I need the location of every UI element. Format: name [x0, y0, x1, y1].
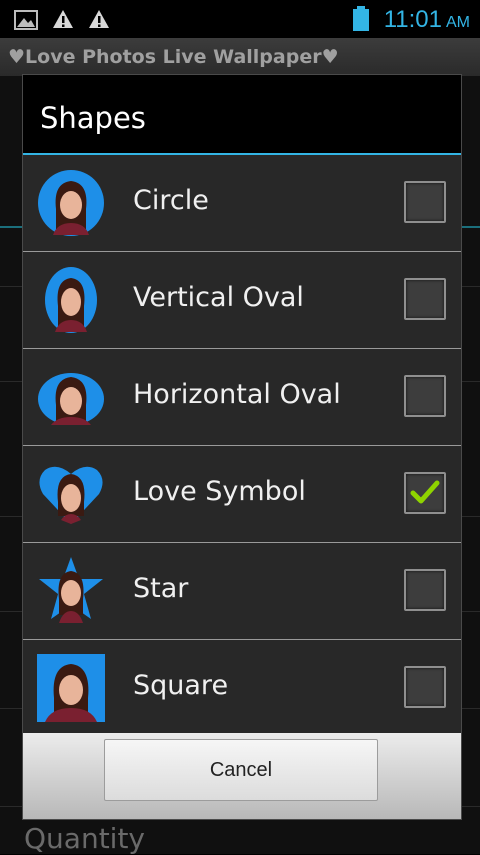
shape-options-list: Circle Vertical Oval Horizontal Oval Lov…: [23, 155, 461, 737]
image-icon: [14, 10, 38, 30]
clock: 11:01 AM: [384, 6, 470, 34]
shape-option-square[interactable]: Square: [23, 640, 461, 737]
checkbox-circle[interactable]: [404, 181, 446, 223]
checkbox-horizontal-oval[interactable]: [404, 375, 446, 417]
option-label: Love Symbol: [133, 476, 306, 507]
option-label: Square: [133, 670, 229, 701]
clock-ampm: AM: [446, 14, 470, 31]
option-label: Vertical Oval: [133, 282, 304, 313]
checkmark-icon: [410, 480, 440, 504]
heart-portrait-thumbnail: [39, 466, 103, 524]
checkbox-love-symbol[interactable]: [404, 472, 446, 514]
status-bar: 11:01 AM: [0, 0, 480, 38]
shape-option-circle[interactable]: Circle: [23, 155, 461, 252]
option-label: Circle: [133, 185, 209, 216]
vertical-oval-portrait-thumbnail: [45, 267, 97, 333]
app-title: ♥Love Photos Live Wallpaper♥: [8, 46, 339, 68]
checkbox-vertical-oval[interactable]: [404, 278, 446, 320]
option-label: Horizontal Oval: [133, 379, 341, 410]
horizontal-oval-portrait-thumbnail: [38, 373, 104, 425]
star-portrait-thumbnail: [39, 557, 103, 623]
shapes-dialog: Shapes Circle Vertical Oval Horizontal O…: [22, 74, 462, 820]
dialog-button-bar: Cancel: [23, 733, 461, 819]
checkbox-star[interactable]: [404, 569, 446, 611]
cancel-button[interactable]: Cancel: [104, 739, 378, 801]
dialog-header: Shapes: [23, 75, 461, 155]
circle-portrait-thumbnail: [38, 170, 104, 236]
shape-option-love-symbol[interactable]: Love Symbol: [23, 446, 461, 543]
dialog-title: Shapes: [40, 101, 146, 135]
clock-time: 11:01: [383, 6, 442, 33]
warning-icon: [53, 10, 73, 28]
battery-icon: [353, 6, 369, 31]
quantity-label: Quantity: [24, 822, 145, 855]
warning-icon: [89, 10, 109, 28]
shape-option-vertical-oval[interactable]: Vertical Oval: [23, 252, 461, 349]
app-title-bar: ♥Love Photos Live Wallpaper♥: [0, 38, 480, 76]
shape-option-star[interactable]: Star: [23, 543, 461, 640]
app-title-text: Love Photos Live Wallpaper: [25, 46, 322, 68]
checkbox-square[interactable]: [404, 666, 446, 708]
shape-option-horizontal-oval[interactable]: Horizontal Oval: [23, 349, 461, 446]
option-label: Star: [133, 573, 189, 604]
square-portrait-thumbnail: [37, 654, 105, 722]
